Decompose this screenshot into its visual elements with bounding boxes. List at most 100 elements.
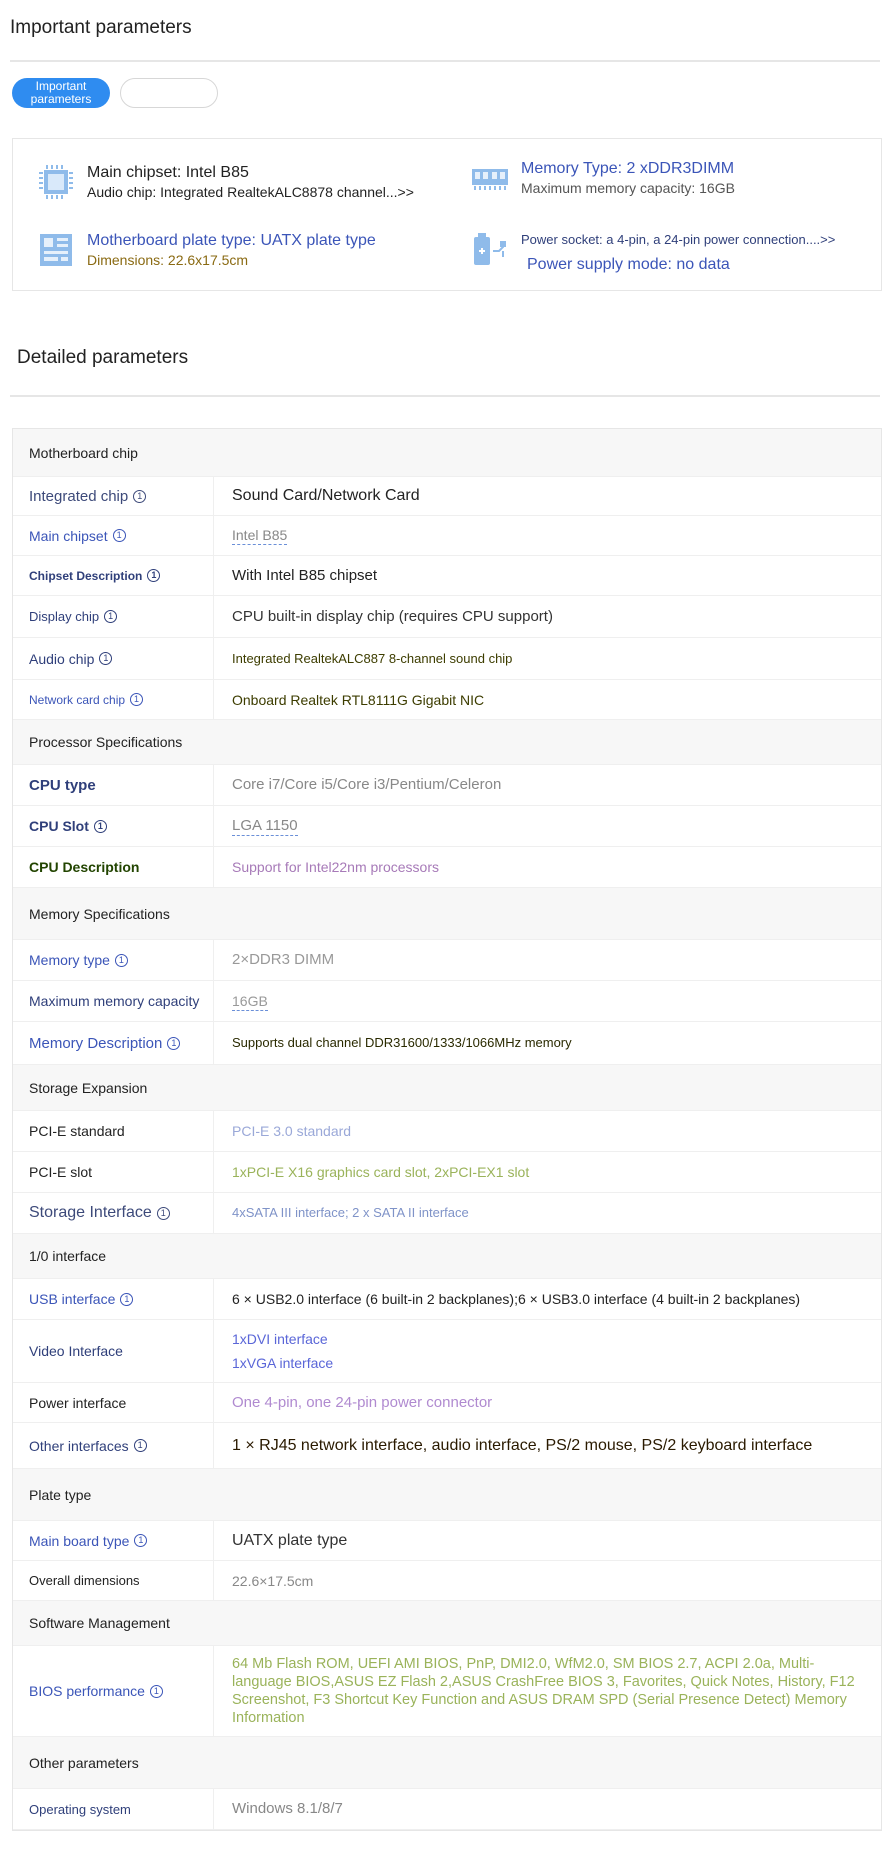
param-name: Audio chip 1 (13, 638, 214, 679)
info-icon[interactable]: 1 (149, 1684, 163, 1698)
param-value: Core i7/Core i5/Core i3/Pentium/Celeron (214, 765, 881, 805)
param-name-label: PCI-E slot (29, 1164, 93, 1180)
param-value-line: 64 Mb Flash ROM, UEFI AMI BIOS, PnP, DMI… (232, 1656, 855, 1726)
param-value: Intel B85 (214, 516, 881, 555)
tab-important-parameters[interactable]: Important parameters (12, 78, 110, 108)
param-value: 64 Mb Flash ROM, UEFI AMI BIOS, PnP, DMI… (214, 1646, 881, 1736)
param-name: Maximum memory capacity (13, 981, 214, 1021)
param-value-line: Sound Card/Network Card (232, 487, 420, 504)
param-name-label: Storage Interface (29, 1204, 152, 1221)
summary-panel: Main chipset: Intel B85 Audio chip: Inte… (12, 138, 882, 291)
param-value-line: PCI-E 3.0 standard (232, 1123, 352, 1139)
group-header: Software Management (13, 1601, 881, 1646)
param-value: With Intel B85 chipset (214, 556, 881, 595)
table-row: BIOS performance 1 64 Mb Flash ROM, UEFI A… (13, 1646, 881, 1737)
param-value: 1 × RJ45 network interface, audio interf… (214, 1423, 881, 1468)
param-value-line: With Intel B85 chipset (232, 566, 378, 584)
param-name-label: Memory type (29, 952, 110, 968)
param-value-line: 1 × RJ45 network interface, audio interf… (232, 1436, 813, 1454)
summary-memory-capacity: Maximum memory capacity: 16GB (521, 180, 735, 196)
info-icon[interactable]: 1 (120, 1292, 134, 1306)
param-name-label: BIOS performance (29, 1683, 145, 1699)
summary-chipset-main: Main chipset: Intel B85 (87, 164, 249, 181)
param-value-line[interactable]: LGA 1150 (232, 817, 298, 836)
info-icon[interactable]: 1 (112, 529, 126, 542)
param-name-label: Video Interface (29, 1343, 123, 1359)
param-name: BIOS performance 1 (13, 1646, 214, 1736)
param-value-line: One 4-pin, one 24-pin power connector (232, 1393, 493, 1411)
param-value: Windows 8.1/8/7 (214, 1789, 881, 1829)
summary-memory-type: Memory Type: 2 xDDR3DIMM (521, 160, 735, 177)
detailed-title: Detailed parameters (17, 347, 189, 368)
param-name-label: Operating system (29, 1801, 131, 1817)
summary-dimensions: Dimensions: 22.6x17.5cm (87, 252, 249, 268)
param-name: CPU Slot 1 (13, 806, 214, 846)
param-value: Support for Intel22nm processors (214, 847, 881, 887)
spec-table: Motherboard chip Integrated chip 1 Sound Ca… (12, 428, 882, 1831)
info-icon[interactable]: 1 (156, 1206, 170, 1220)
param-value-line[interactable]: 16GB (232, 992, 268, 1011)
param-value: PCI-E 3.0 standard (214, 1111, 881, 1151)
param-value-line: 4xSATA III interface; 2 x SATA II interf… (232, 1205, 469, 1220)
group-header: Processor Specifications (13, 720, 881, 765)
param-name: Network card chip 1 (13, 680, 214, 719)
info-icon[interactable]: 1 (104, 610, 118, 623)
info-icon[interactable]: 1 (147, 569, 161, 582)
table-row: USB interface 1 6 × USB2.0 interface (6 bu… (13, 1279, 881, 1320)
param-value-line: Onboard Realtek RTL8111G Gigabit NIC (232, 691, 485, 708)
param-name: CPU type (13, 765, 214, 805)
table-row: Operating system Windows 8.1/8/7 (13, 1789, 881, 1830)
info-icon[interactable]: 1 (134, 1534, 148, 1547)
param-name-label: CPU Slot (29, 818, 89, 834)
param-name-label: Power interface (29, 1394, 127, 1411)
param-name: Memory type 1 (13, 940, 214, 980)
param-value: 1xDVI interface 1xVGA interface (214, 1320, 881, 1382)
param-value: Sound Card/Network Card (214, 477, 881, 515)
table-row: CPU Description Support for Intel22nm pro… (13, 847, 881, 888)
param-value-line[interactable]: Intel B85 (232, 526, 288, 545)
param-value: 2×DDR3 DIMM (214, 940, 881, 980)
detailed-divider (10, 395, 880, 397)
param-name: Main chipset 1 (13, 516, 214, 555)
tab-secondary[interactable] (120, 78, 218, 108)
table-row: Main chipset 1 Intel B85 (13, 516, 881, 556)
table-row: Audio chip 1 Integrated RealtekALC887 8-ch… (13, 638, 881, 680)
param-name-label: Display chip (29, 609, 100, 624)
power-plug-icon (474, 233, 506, 265)
param-name-label: USB interface (29, 1291, 116, 1307)
param-name-label: Maximum memory capacity (29, 993, 200, 1009)
table-row: CPU type Core i7/Core i5/Core i3/Pentium/… (13, 765, 881, 806)
table-row: Video Interface 1xDVI interface 1xVGA inte… (13, 1320, 881, 1383)
param-value-line: Supports dual channel DDR31600/1333/1066… (232, 1035, 572, 1050)
param-name-label: Integrated chip (29, 487, 129, 505)
param-name-label: PCI-E standard (29, 1123, 125, 1139)
param-name: USB interface 1 (13, 1279, 214, 1319)
tab-label: Important parameters (30, 79, 92, 106)
page-title: Important parameters (10, 17, 192, 38)
param-value: Supports dual channel DDR31600/1333/1066… (214, 1022, 881, 1064)
param-name-label: CPU type (29, 776, 96, 794)
info-icon[interactable]: 1 (133, 1439, 147, 1452)
info-icon[interactable]: 1 (130, 693, 144, 706)
param-value-line: 22.6×17.5cm (232, 1572, 314, 1589)
info-icon[interactable]: 1 (99, 652, 113, 665)
info-icon[interactable]: 1 (167, 1036, 181, 1050)
table-row: Maximum memory capacity 16GB (13, 981, 881, 1022)
param-name: Memory Description 1 (13, 1022, 214, 1064)
param-name: Operating system (13, 1789, 214, 1829)
param-value: 6 × USB2.0 interface (6 built-in 2 backp… (214, 1279, 881, 1319)
chip-icon (39, 165, 73, 199)
summary-audio-link[interactable]: Audio chip: Integrated RealtekALC8878 ch… (87, 183, 414, 201)
param-value-line: Core i7/Core i5/Core i3/Pentium/Celeron (232, 776, 502, 793)
param-value-line: Support for Intel22nm processors (232, 859, 439, 875)
info-icon[interactable]: 1 (93, 819, 107, 833)
info-icon[interactable]: 1 (114, 953, 128, 967)
param-value: Onboard Realtek RTL8111G Gigabit NIC (214, 680, 881, 719)
summary-plate: Motherboard plate type: UATX plate type … (37, 231, 376, 269)
title-divider (10, 60, 880, 62)
param-name-label: Overall dimensions (29, 1573, 140, 1588)
info-icon[interactable]: 1 (133, 489, 147, 503)
table-row: Power interface One 4-pin, one 24-pin pow… (13, 1383, 881, 1423)
memory-module-icon (472, 169, 508, 190)
summary-power-socket-link[interactable]: Power socket: a 4-pin, a 24-pin power co… (521, 231, 835, 249)
